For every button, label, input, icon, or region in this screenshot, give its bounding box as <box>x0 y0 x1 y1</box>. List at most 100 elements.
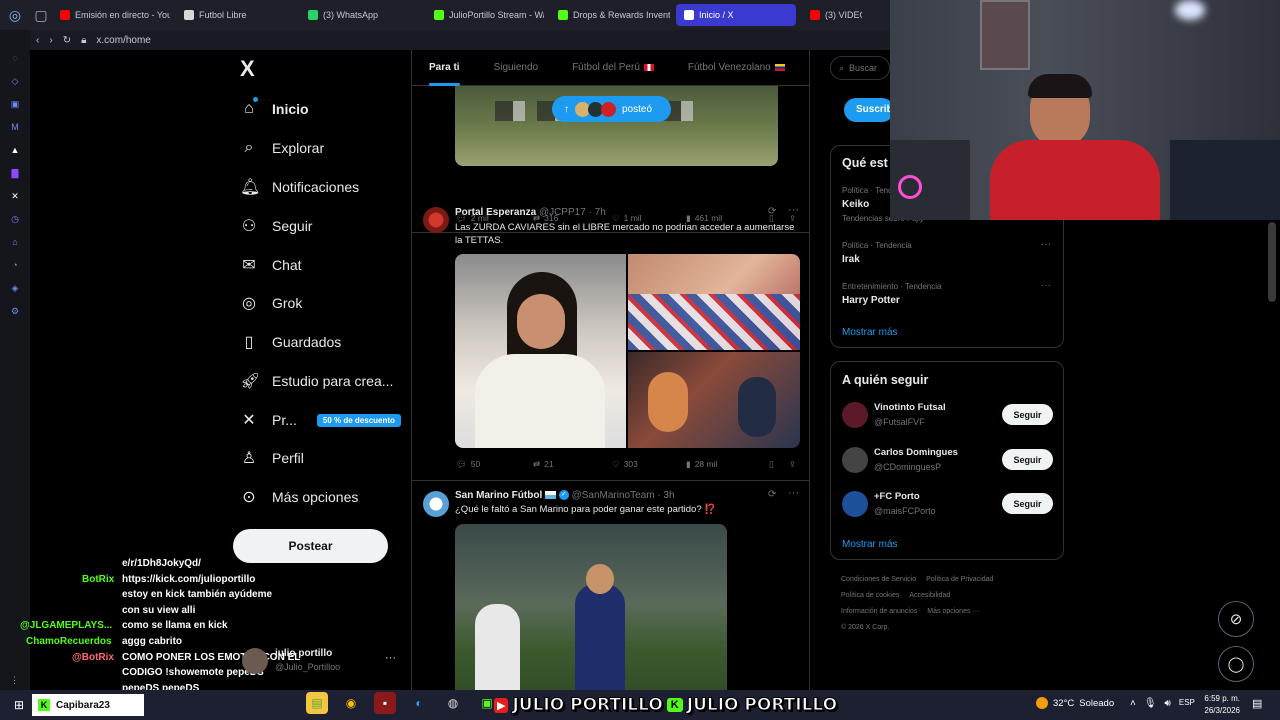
nav-item-guardados[interactable]: ▯ Guardados <box>240 329 342 355</box>
app-icon[interactable]: ▪ <box>374 692 396 714</box>
x-logo[interactable]: X <box>240 56 255 82</box>
avatar[interactable] <box>423 207 449 233</box>
like-action[interactable]: ♡ 303 <box>612 459 686 470</box>
scrollbar[interactable] <box>1268 222 1276 302</box>
file-explorer-icon[interactable]: ▤ <box>306 692 328 714</box>
tab-para-ti[interactable]: Para ti <box>412 50 477 86</box>
nav-item-perfil[interactable]: ♙ Perfil <box>240 445 304 471</box>
post-image[interactable] <box>628 254 800 350</box>
nav-item-m-s-opciones[interactable]: ⊙ Más opciones <box>240 484 358 510</box>
more-icon[interactable]: ··· <box>788 204 799 216</box>
avatar[interactable] <box>842 447 868 473</box>
nav-item-pr[interactable]: ✕ Pr... 50 % de descuento <box>240 407 401 433</box>
author-handle[interactable]: @SanMarinoTeam <box>572 490 655 501</box>
grok-icon[interactable]: ⊘ <box>1218 601 1254 637</box>
forward-icon[interactable]: › <box>49 35 52 46</box>
footer-link[interactable]: Condiciones de Servicio <box>841 576 916 583</box>
browser-tab[interactable]: Futbol Libre <box>176 4 294 26</box>
subscribe-button[interactable]: Suscrib <box>844 98 894 122</box>
nav-item-explorar[interactable]: ⌕ Explorar <box>240 135 325 161</box>
sidebar-icon[interactable]: ◇ <box>9 75 21 87</box>
follow-name[interactable]: Carlos Domingues <box>874 447 958 458</box>
browser-tab[interactable]: Drops & Rewards Inventor <box>550 4 670 26</box>
post-time[interactable]: · 3h <box>657 490 674 501</box>
more-icon[interactable]: ··· <box>1041 280 1051 291</box>
follow-button[interactable]: Seguir <box>1002 404 1053 425</box>
author-name[interactable]: San Marino Fútbol <box>455 490 542 501</box>
sidebar-icon[interactable]: ◌ <box>9 52 21 64</box>
post-image[interactable] <box>455 254 626 448</box>
bookmark-icon[interactable]: ▯ <box>769 459 789 470</box>
trend-name[interactable]: Harry Potter <box>842 295 900 306</box>
show-more-follow[interactable]: Mostrar más <box>842 539 898 550</box>
nav-item-seguir[interactable]: ⚇ Seguir <box>240 213 313 239</box>
chevron-up-icon[interactable]: ˄ <box>1130 698 1136 709</box>
browser-tab[interactable]: (3) WhatsApp <box>300 4 420 26</box>
url-field[interactable]: x.com/home <box>96 35 150 46</box>
footer-link[interactable]: Política de Privacidad <box>926 576 993 583</box>
sidebar-icon[interactable]: M <box>9 121 21 133</box>
post-san-marino[interactable]: San Marino Fútbol ✓ @SanMarinoTeam · 3h … <box>412 481 809 690</box>
browser-tab[interactable]: Inicio / X <box>676 4 796 26</box>
browser-logo-icon[interactable]: ◎ <box>0 0 30 30</box>
post-time[interactable]: · 7h <box>589 207 606 218</box>
sidebar-icon[interactable]: ▲ <box>9 144 21 156</box>
windows-start-icon[interactable]: ⊞ <box>8 694 30 716</box>
chat-bubble-icon[interactable]: ◯ <box>1218 646 1254 682</box>
sidebar-icon[interactable]: ⌂ <box>9 236 21 248</box>
twitch-icon[interactable]: ▇ <box>9 167 21 179</box>
trend-name[interactable]: Keiko <box>842 199 869 210</box>
avatar[interactable] <box>423 491 449 517</box>
footer-link[interactable]: Más opciones ··· <box>927 608 979 615</box>
grok-icon[interactable]: ⟳ <box>768 489 776 500</box>
settings-icon[interactable]: ⚙ <box>9 305 21 317</box>
browser-tab[interactable]: JulioPortillo Stream - Wat <box>426 4 544 26</box>
tab-siguiendo[interactable]: Siguiendo <box>477 50 555 86</box>
follow-button[interactable]: Seguir <box>1002 449 1053 470</box>
obs-icon[interactable]: ◍ <box>442 692 464 714</box>
footer-link[interactable]: Accesibilidad <box>909 592 950 599</box>
share-icon[interactable]: ⇪ <box>789 459 796 470</box>
browser-tab[interactable]: Emisión en directo - YouTu <box>52 4 170 26</box>
show-more-trends[interactable]: Mostrar más <box>842 327 898 338</box>
footer-link[interactable]: Información de anuncios <box>841 608 917 615</box>
nav-item-inicio[interactable]: ⌂ Inicio <box>240 96 309 122</box>
repost-action[interactable]: ⇄ 21 <box>533 459 612 470</box>
follow-button[interactable]: Seguir <box>1002 493 1053 514</box>
more-icon[interactable]: ··· <box>788 487 799 499</box>
author-name[interactable]: Portal Esperanza <box>455 207 536 218</box>
footer-link[interactable]: © 2026 X Corp. <box>841 624 889 631</box>
sidebar-icon[interactable]: ◈ <box>9 282 21 294</box>
nav-item-notificaciones[interactable]: 🔔︎ Notificaciones <box>240 174 359 200</box>
search-input[interactable]: ⌕ Buscar <box>830 56 890 80</box>
footer-link[interactable]: Política de cookies <box>841 592 899 599</box>
microphone-icon[interactable]: 🎙︎ <box>1144 698 1157 709</box>
follow-handle[interactable]: @maisFCPorto <box>874 506 936 516</box>
account-switcher[interactable]: julio portillo @Julio_Portilloo ··· <box>242 646 402 678</box>
post-image[interactable] <box>455 524 727 690</box>
follow-handle[interactable]: @CDominguesP <box>874 462 941 472</box>
post-image[interactable] <box>628 352 800 448</box>
nav-item-estudio-para-crea[interactable]: 🚀︎ Estudio para crea... <box>240 368 393 394</box>
speaker-icon[interactable]: 🔊︎ <box>1165 698 1171 709</box>
nav-item-grok[interactable]: ◎ Grok <box>240 290 302 316</box>
language-indicator[interactable]: ESP <box>1179 698 1195 709</box>
trend-name[interactable]: Irak <box>842 254 860 265</box>
sidebar-icon[interactable]: ◔ <box>9 259 21 271</box>
nav-item-chat[interactable]: ✉ Chat <box>240 252 301 278</box>
more-icon[interactable]: ··· <box>1041 239 1051 250</box>
follow-name[interactable]: +FC Porto <box>874 491 920 502</box>
grok-icon[interactable]: ⟳ <box>768 206 776 217</box>
browser-tab[interactable]: (3) VIDEO D <box>802 4 862 26</box>
reload-icon[interactable]: ↻ <box>63 35 71 46</box>
weather-widget[interactable]: 32°C Soleado <box>1036 697 1114 709</box>
clock[interactable]: 6:59 p. m. 26/3/2026 <box>1200 693 1240 717</box>
avatar[interactable] <box>842 402 868 428</box>
avatar[interactable] <box>842 491 868 517</box>
reply-action[interactable]: 💬︎ 50 <box>456 459 533 470</box>
chrome-icon[interactable]: ◉ <box>340 692 362 714</box>
follow-name[interactable]: Vinotinto Futsal <box>874 402 946 413</box>
author-handle[interactable]: @JCPP17 <box>539 207 586 218</box>
taskbar-search[interactable]: K Capibara23 <box>32 694 144 716</box>
views-action[interactable]: ▮ 28 mil <box>686 459 769 470</box>
